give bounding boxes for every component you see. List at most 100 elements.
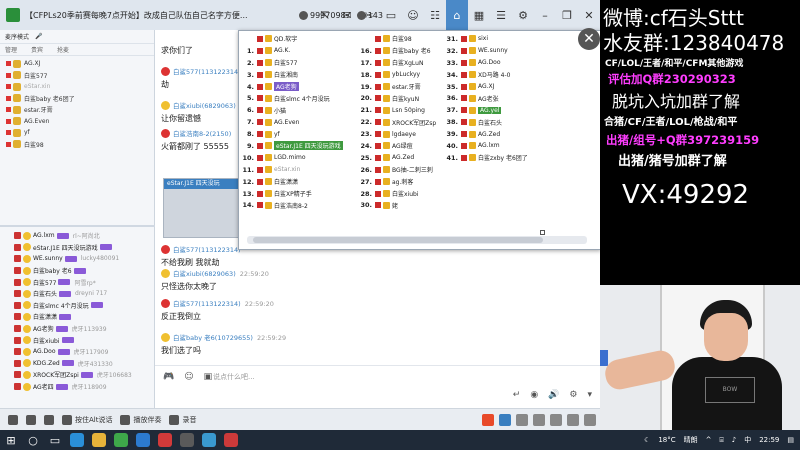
channel-tree-item[interactable]: 白鲨baby 老6团了 [0, 93, 154, 105]
app-dot-icon[interactable] [516, 413, 528, 426]
queue-entry[interactable]: 33. AG.Doo [445, 57, 528, 69]
share-icon[interactable]: ⇱ [314, 0, 336, 30]
queue-entry[interactable]: 18. ybLuckyy [359, 69, 436, 81]
app-shirt-icon[interactable] [567, 413, 579, 426]
ie-icon[interactable] [136, 433, 150, 447]
queue-entry[interactable]: 23. lgdaeye [359, 128, 436, 140]
queue-entry[interactable]: 38. 白鲨石头 [445, 116, 528, 128]
emoji-icon[interactable]: ☺ [184, 372, 193, 382]
app-kb-icon[interactable] [550, 413, 562, 426]
message-author[interactable]: 白鲨577(113122314) [173, 300, 241, 308]
queue-entry[interactable]: 20. 白鲨kyuN [359, 92, 436, 104]
queue-entry[interactable]: 34. XD马路 4-0 [445, 69, 528, 81]
task-view-icon[interactable]: ▭ [44, 430, 66, 450]
queue-entry[interactable]: 40. AG.lxm [445, 140, 528, 152]
channel-tree-item[interactable]: eStar.xin [0, 81, 154, 93]
gear-icon[interactable]: ⚙ [512, 0, 534, 30]
queue-entry[interactable]: 21. Lsn 50ping [359, 104, 436, 116]
mode-label[interactable]: 麦序模式 [5, 32, 29, 41]
user-list-item[interactable]: 白鲨xiubi [0, 334, 155, 346]
queue-entry[interactable]: 27. ag.刺客 [359, 176, 436, 188]
channel-tree-item[interactable]: 白鲨577 [0, 70, 154, 82]
mic-icon[interactable] [26, 414, 36, 425]
queue-entry[interactable]: QD.软宇 [241, 33, 343, 45]
tab-grab-mic[interactable]: 抢麦 [57, 45, 69, 54]
mic-icon[interactable]: 🎤 [35, 33, 42, 40]
yy-icon[interactable] [224, 433, 238, 447]
queue-entry[interactable]: 30. 姥 [359, 199, 436, 211]
scrollbar-thumb[interactable] [253, 237, 543, 243]
notification-icon[interactable]: ▤ [787, 436, 794, 444]
record-button[interactable]: 录音 [169, 414, 196, 425]
queue-entry[interactable]: 16. 白鲨baby 老6 [359, 45, 436, 57]
speaker-icon[interactable] [44, 414, 54, 425]
queue-entry[interactable]: 32. WE.sunny [445, 45, 528, 57]
user-list-item[interactable]: 白鲨潇潇 [0, 311, 155, 323]
message-author[interactable]: 白鲨577(113122314) [173, 68, 241, 76]
settings-icon[interactable]: ☰ [490, 0, 512, 30]
queue-entry[interactable]: 19. estar.牙膏 [359, 81, 436, 93]
user-list-item[interactable]: 白鲨石头 dreyni 717 [0, 288, 155, 300]
obs-icon[interactable] [180, 433, 194, 447]
restore-icon[interactable]: ❐ [556, 0, 578, 30]
user-list-item[interactable]: KDG.Zed 虎牙431330 [0, 358, 155, 370]
channel-tree-item[interactable]: AG.XJ [0, 58, 154, 70]
tray-expand-icon[interactable]: ^ [706, 436, 712, 444]
screen-icon[interactable]: ▭ [380, 0, 402, 30]
queue-entry[interactable]: 25. AG.Zed [359, 152, 436, 164]
message-author[interactable]: 白鲨577(113122314) [173, 246, 241, 254]
queue-entry[interactable]: 35. AG.XJ [445, 81, 528, 93]
user-list-item[interactable]: XROCK军团Zspi 虎牙106683 [0, 369, 155, 381]
user-list-item[interactable]: AG老四 虎牙118909 [0, 381, 155, 393]
queue-entry[interactable]: 白鲨98 [359, 33, 436, 45]
queue-entry[interactable]: 5. 白鲨slmc 4个月没玩 [241, 92, 343, 104]
app-s-icon[interactable] [482, 413, 494, 426]
user-icon[interactable]: ☺ [402, 0, 424, 30]
queue-entry[interactable]: 36. AG老张 [445, 92, 528, 104]
queue-entry[interactable]: 2. 白鲨577 [241, 57, 343, 69]
queue-entry[interactable]: 41. 白鲨zxby 老6团了 [445, 152, 527, 164]
app-mic-icon[interactable] [533, 413, 545, 426]
push-to-talk-button[interactable]: 按住Alt说话 [62, 414, 112, 425]
network-icon[interactable]: ⌸ [720, 436, 724, 445]
queue-entry[interactable]: 28. 白鲨xiubi [359, 188, 436, 200]
queue-entry[interactable]: 24. AG绿痘 [359, 140, 436, 152]
user-list-item[interactable]: eStar.J1E 四天没玩游戏 [0, 242, 155, 254]
chat-app-icon[interactable] [202, 433, 216, 447]
queue-entry[interactable]: 17. 白鲨XgLuN [359, 57, 436, 69]
queue-entry[interactable]: 11. eStar.xin [241, 164, 343, 176]
play-music-button[interactable]: 播放伴奏 [120, 414, 161, 425]
message-author[interactable]: 白鲨浩南8-2(2150) [173, 130, 231, 138]
user-list-item[interactable]: 白鲨slmc 4个月没玩 [0, 300, 155, 312]
channel-tree-item[interactable]: 白鲨98 [0, 139, 154, 151]
tab-vip[interactable]: 贵宾 [31, 45, 43, 54]
app-icon[interactable] [114, 433, 128, 447]
user-list-item[interactable]: AG.lxm rl~阿尚北 [0, 230, 155, 242]
queue-entry[interactable]: 7. AG.Even [241, 116, 343, 128]
send-icon[interactable]: ↵ [513, 390, 521, 400]
message-author[interactable]: 白鲨xiubi(6829063) [173, 270, 236, 278]
more-icon[interactable]: ▾ [587, 390, 592, 400]
queue-entry[interactable]: 26. BG抽-二刺三刺 [359, 164, 436, 176]
queue-entry[interactable]: 9. eStar.J1E 四天没玩游戏 [241, 140, 343, 152]
app-cn-icon[interactable] [499, 413, 511, 426]
queue-entry[interactable]: 1. AG.K. [241, 45, 343, 57]
browser-icon[interactable] [70, 433, 84, 447]
queue-entry[interactable]: 10. LGD.mimo [241, 152, 343, 164]
image-message[interactable]: eStar.J1E 四天没玩 [163, 178, 249, 238]
user-list-item[interactable]: 白鲨baby 老6 [0, 265, 155, 277]
queue-entry[interactable]: 14. 白鲨浩南8-2 [241, 199, 343, 211]
queue-entry[interactable]: 31. sixi [445, 33, 528, 45]
queue-entry[interactable]: 8. yf [241, 128, 343, 140]
user-list-item[interactable]: AG老狗 虎牙113939 [0, 323, 155, 335]
queue-entry[interactable]: 4. AG老狗 [241, 81, 343, 93]
grid-icon[interactable]: ▦ [468, 0, 490, 30]
popup-close-button[interactable]: ✕ [578, 28, 600, 50]
app-grid-icon[interactable] [584, 413, 596, 426]
channel-tree-item[interactable]: AG.Even [0, 116, 154, 128]
queue-entry[interactable]: 3. 白鲨湘南 [241, 69, 343, 81]
people-icon[interactable]: ☷ [424, 0, 446, 30]
channel-tree-item[interactable]: estar.牙膏 [0, 104, 154, 116]
gamepad-icon[interactable]: 🎮 [163, 372, 174, 382]
folder-icon[interactable] [92, 433, 106, 447]
